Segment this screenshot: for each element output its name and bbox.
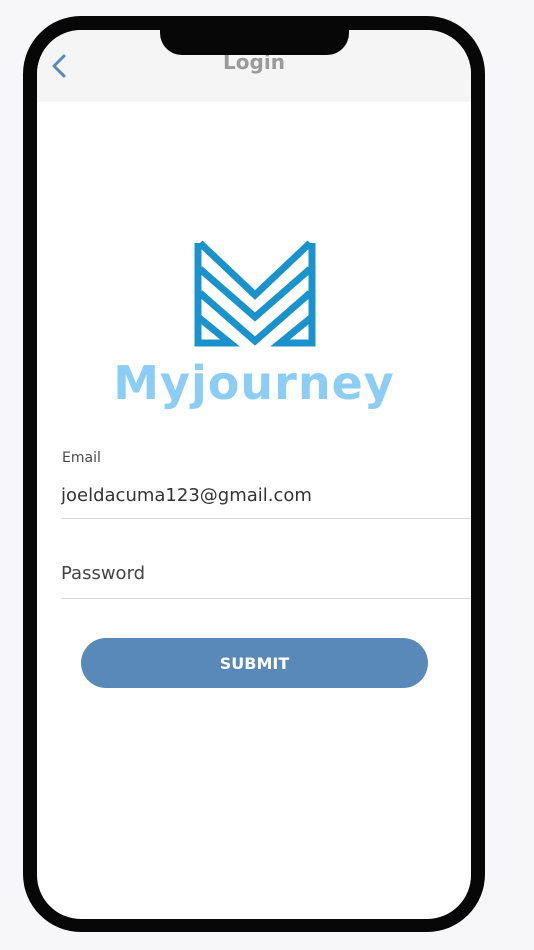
email-input[interactable] [61, 482, 461, 508]
login-screen: Login Myjourney Email SUBMIT [37, 30, 471, 919]
password-field [61, 556, 471, 599]
email-label: Email [62, 450, 101, 466]
submit-button[interactable]: SUBMIT [81, 638, 428, 688]
email-field: Email [61, 448, 471, 519]
device-notch [160, 16, 349, 55]
m-chevron-logo-icon [194, 240, 316, 347]
brand-name: Myjourney [113, 356, 395, 410]
password-input[interactable] [61, 560, 461, 586]
